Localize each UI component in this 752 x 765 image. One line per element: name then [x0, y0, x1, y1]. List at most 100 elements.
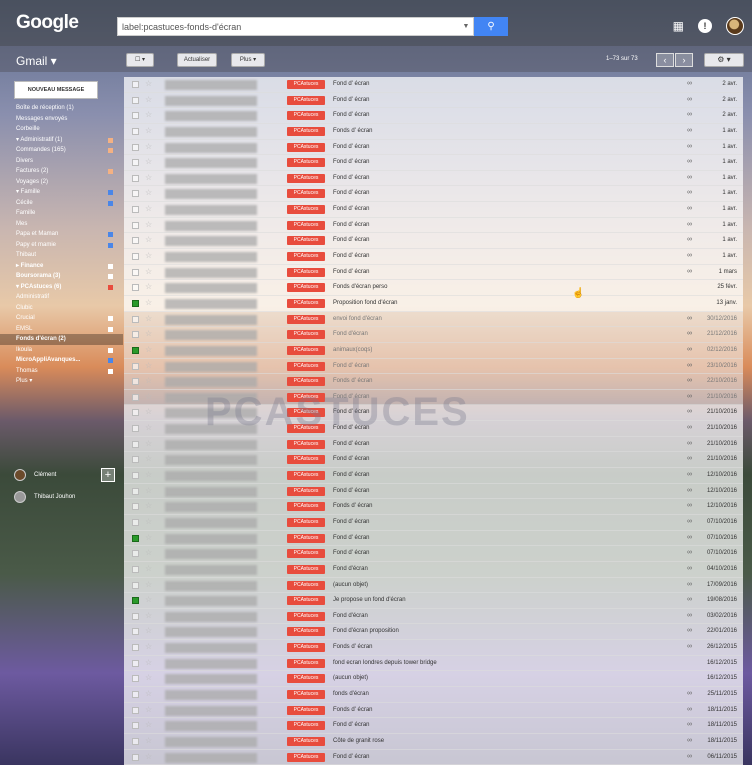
label-badge[interactable]: PCAstuces [287, 580, 325, 590]
label-badge[interactable]: PCAstuces [287, 471, 325, 481]
sidebar-item[interactable]: Voyages (2) [0, 177, 123, 188]
email-row[interactable]: ☆ PCAstuces Fond d' écran ∞ 2 avr. [124, 108, 743, 124]
email-row[interactable]: ☆ PCAstuces Fond d' écran ∞ 1 avr. [124, 217, 743, 234]
label-badge[interactable]: PCAstuces [287, 752, 325, 762]
label-badge[interactable]: PCAstuces [287, 674, 325, 684]
star-icon[interactable]: ☆ [145, 79, 152, 88]
row-checkbox[interactable] [132, 675, 139, 683]
row-checkbox[interactable] [132, 612, 139, 620]
label-badge[interactable]: PCAstuces [287, 549, 325, 559]
attachment-icon[interactable]: ∞ [687, 565, 692, 572]
star-icon[interactable]: ☆ [145, 720, 152, 729]
row-checkbox[interactable] [132, 644, 139, 652]
row-checkbox[interactable] [132, 299, 139, 307]
label-badge[interactable]: PCAstuces [287, 502, 325, 512]
star-icon[interactable]: ☆ [145, 267, 152, 276]
sidebar-item[interactable]: Boîte de réception (1) [0, 103, 123, 114]
row-checkbox[interactable] [132, 174, 139, 182]
attachment-icon[interactable]: ∞ [687, 424, 692, 431]
more-button[interactable]: Plus ▾ [231, 53, 265, 67]
email-row[interactable]: ☆ PCAstuces Proposition fond d'écran 13 jan… [124, 295, 743, 312]
email-row[interactable]: ☆ PCAstuces Fond d' écran ∞ 1 mars [124, 264, 743, 281]
row-checkbox[interactable] [132, 268, 139, 276]
email-row[interactable]: ☆ PCAstuces fonds d'écran ∞ 25/11/2015 [124, 686, 743, 703]
search-button[interactable]: ⚲ [474, 17, 508, 36]
email-row[interactable]: ☆ PCAstuces Fond d' écran ∞ 21/10/2016 [124, 436, 743, 453]
star-icon[interactable]: ☆ [145, 658, 152, 667]
hangouts-me[interactable]: Clément + [0, 464, 123, 486]
sidebar-item[interactable]: Factures (2) [0, 166, 123, 177]
email-row[interactable]: ☆ PCAstuces Fond d' écran ∞ 1 avr. [124, 139, 743, 156]
email-row[interactable]: ☆ PCAstuces Fond d' écran ∞ 1 avr. [124, 233, 743, 250]
attachment-icon[interactable]: ∞ [687, 393, 692, 400]
label-badge[interactable]: PCAstuces [287, 205, 325, 215]
star-icon[interactable]: ☆ [145, 157, 152, 166]
label-badge[interactable]: PCAstuces [287, 377, 325, 387]
email-row[interactable]: ☆ PCAstuces Fond d' écran ∞ 07/10/2016 [124, 530, 743, 547]
row-checkbox[interactable] [132, 690, 139, 698]
email-row[interactable]: ☆ PCAstuces envoi fond d'écran ∞ 30/12/2016 [124, 311, 743, 328]
star-icon[interactable]: ☆ [145, 95, 152, 104]
sidebar-item[interactable]: Messages envoyés [0, 114, 123, 125]
email-row[interactable]: ☆ PCAstuces Fonds d' écran ∞ 22/10/2016 [124, 374, 743, 390]
avatar[interactable] [726, 17, 744, 35]
sidebar-item[interactable]: Thibaut [0, 250, 123, 261]
gmail-menu[interactable]: Gmail ▾ [16, 54, 57, 68]
prev-page-button[interactable]: ‹ [656, 53, 674, 67]
star-icon[interactable]: ☆ [145, 517, 152, 526]
row-checkbox[interactable] [132, 706, 139, 714]
next-page-button[interactable]: › [675, 53, 693, 67]
row-checkbox[interactable] [132, 518, 139, 526]
label-badge[interactable]: PCAstuces [287, 533, 325, 543]
row-checkbox[interactable] [132, 315, 139, 323]
label-badge[interactable]: PCAstuces [287, 486, 325, 496]
sidebar-item[interactable]: Ikoula [0, 345, 123, 356]
row-checkbox[interactable] [132, 143, 139, 151]
row-checkbox[interactable] [132, 425, 139, 433]
label-badge[interactable]: PCAstuces [287, 283, 325, 293]
star-icon[interactable]: ☆ [145, 298, 152, 307]
row-checkbox[interactable] [132, 346, 139, 354]
attachment-icon[interactable]: ∞ [687, 643, 692, 650]
email-row[interactable]: ☆ PCAstuces Fond d'écran proposition ∞ 22/01… [124, 624, 743, 641]
label-badge[interactable]: PCAstuces [287, 689, 325, 699]
attachment-icon[interactable]: ∞ [687, 408, 692, 415]
email-row[interactable]: ☆ PCAstuces Fond d' écran ∞ 07/10/2016 [124, 514, 743, 531]
row-checkbox[interactable] [132, 221, 139, 229]
row-checkbox[interactable] [132, 237, 139, 245]
email-row[interactable]: ☆ PCAstuces Je propose un fond d'écran ∞ 19/… [124, 593, 743, 609]
star-icon[interactable]: ☆ [145, 204, 152, 213]
label-badge[interactable]: PCAstuces [287, 705, 325, 715]
row-checkbox[interactable] [132, 565, 139, 573]
attachment-icon[interactable]: ∞ [687, 627, 692, 634]
label-badge[interactable]: PCAstuces [287, 267, 325, 277]
refresh-button[interactable]: Actualiser [177, 53, 217, 67]
email-row[interactable]: ☆ PCAstuces Fonds d' écran ∞ 26/12/2015 [124, 640, 743, 656]
label-badge[interactable]: PCAstuces [287, 345, 325, 355]
sidebar-item[interactable]: ▸ Finance [0, 261, 123, 272]
star-icon[interactable]: ☆ [145, 329, 152, 338]
star-icon[interactable]: ☆ [145, 752, 152, 761]
row-checkbox[interactable] [132, 659, 139, 667]
star-icon[interactable]: ☆ [145, 220, 152, 229]
star-icon[interactable]: ☆ [145, 126, 152, 135]
star-icon[interactable]: ☆ [145, 361, 152, 370]
star-icon[interactable]: ☆ [145, 533, 152, 542]
email-row[interactable]: ☆ PCAstuces Côte de granit rose ∞ 18/11/2015 [124, 733, 743, 750]
sidebar-item[interactable]: ▾ Famille [0, 187, 123, 198]
sidebar-item[interactable]: Crucial [0, 313, 123, 324]
email-row[interactable]: ☆ PCAstuces Fond d'écran ∞ 04/10/2016 [124, 561, 743, 578]
attachment-icon[interactable]: ∞ [687, 690, 692, 697]
search-options-icon[interactable]: ▼ [459, 23, 473, 30]
label-badge[interactable]: PCAstuces [287, 142, 325, 152]
email-row[interactable]: ☆ PCAstuces Fonds d' écran ∞ 1 avr. [124, 123, 743, 140]
attachment-icon[interactable]: ∞ [687, 534, 692, 541]
row-checkbox[interactable] [132, 112, 139, 120]
row-checkbox[interactable] [132, 534, 139, 542]
label-badge[interactable]: PCAstuces [287, 658, 325, 668]
star-icon[interactable]: ☆ [145, 282, 152, 291]
attachment-icon[interactable]: ∞ [687, 706, 692, 713]
attachment-icon[interactable]: ∞ [687, 487, 692, 494]
sidebar-item[interactable]: Commandes (165) [0, 145, 123, 156]
row-checkbox[interactable] [132, 393, 139, 401]
